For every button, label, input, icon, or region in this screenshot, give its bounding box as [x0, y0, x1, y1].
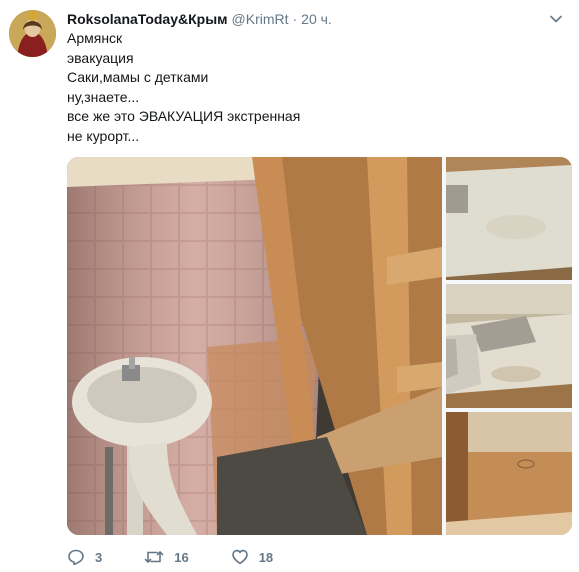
tweet-card: RoksolanaToday&Крым @KrimRt · 20 ч. Армя…	[0, 0, 579, 572]
heart-icon	[231, 548, 259, 566]
photo-bed[interactable]	[446, 157, 572, 280]
photo-mattress[interactable]	[446, 284, 572, 408]
chevron-down-icon[interactable]	[549, 12, 563, 26]
tweet-text: Армянск эвакуация Саки,мамы с детками ну…	[67, 29, 300, 146]
tweet-header: RoksolanaToday&Крым @KrimRt · 20 ч.	[67, 10, 332, 28]
retweet-count: 16	[174, 549, 189, 565]
retweet-icon	[144, 548, 174, 566]
tweet-actions: 3 16 18	[67, 548, 315, 566]
avatar[interactable]	[9, 10, 56, 57]
tweet-line: Саки,мамы с детками	[67, 69, 209, 85]
separator-dot: ·	[292, 11, 298, 27]
tweet-line: все же это ЭВАКУАЦИЯ экстренная	[67, 108, 301, 124]
tweet-line: Армянск	[67, 30, 123, 46]
reply-icon	[67, 548, 95, 566]
tweet-line: эвакуация	[67, 49, 134, 66]
timestamp[interactable]: 20 ч.	[301, 10, 332, 28]
photo-shelf[interactable]	[446, 412, 572, 535]
media-grid	[67, 157, 572, 535]
reply-button[interactable]: 3	[67, 548, 102, 566]
photo-bathroom[interactable]	[67, 157, 442, 535]
tweet-line: ну,знаете...	[67, 88, 140, 105]
like-button[interactable]: 18	[231, 548, 273, 566]
reply-count: 3	[95, 549, 103, 565]
author-name[interactable]: RoksolanaToday&Крым	[67, 10, 228, 28]
author-handle[interactable]: @KrimRt	[232, 10, 289, 28]
retweet-button[interactable]: 16	[144, 548, 189, 566]
tweet-line: не курорт...	[67, 127, 140, 144]
like-count: 18	[258, 549, 274, 565]
